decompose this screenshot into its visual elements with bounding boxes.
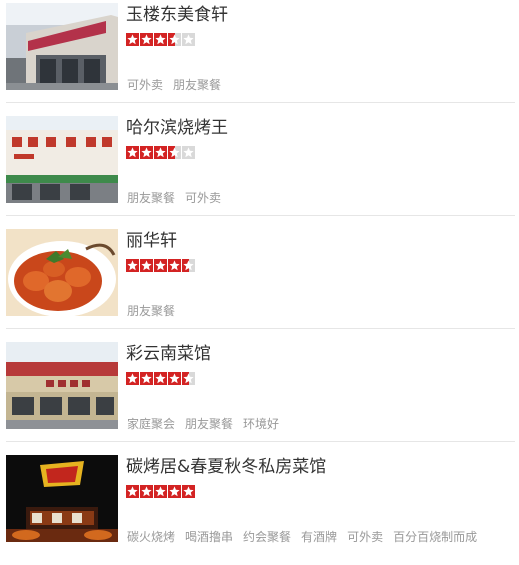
- star-icon: [154, 485, 167, 498]
- restaurant-name[interactable]: 碳烤居&春夏秋冬私房菜馆: [126, 455, 326, 479]
- tag[interactable]: 朋友聚餐: [127, 303, 175, 319]
- restaurant-name[interactable]: 玉楼东美食轩: [126, 3, 228, 27]
- star-icon: [182, 33, 195, 46]
- star-rating: [126, 146, 195, 159]
- tag[interactable]: 可外卖: [185, 190, 221, 206]
- tag[interactable]: 家庭聚会: [127, 416, 175, 432]
- restaurant-row[interactable]: 碳烤居&春夏秋冬私房菜馆 碳火烧烤 喝酒撸串 约会聚餐 有酒牌 可外卖 百分百烧…: [0, 452, 519, 565]
- restaurant-row[interactable]: 玉楼东美食轩 可外卖 朋友聚餐: [0, 0, 519, 113]
- restaurant-photo[interactable]: [6, 3, 118, 90]
- star-icon: [126, 485, 139, 498]
- star-icon: [182, 259, 195, 272]
- restaurant-row[interactable]: 哈尔滨烧烤王 朋友聚餐 可外卖: [0, 113, 519, 226]
- restaurant-name[interactable]: 哈尔滨烧烤王: [126, 116, 228, 140]
- star-icon: [126, 372, 139, 385]
- restaurant-name[interactable]: 丽华轩: [126, 229, 177, 253]
- tag[interactable]: 环境好: [243, 416, 279, 432]
- star-icon: [168, 372, 181, 385]
- divider: [6, 328, 515, 329]
- restaurant-photo[interactable]: [6, 229, 118, 316]
- star-icon: [182, 485, 195, 498]
- restaurant-name[interactable]: 彩云南菜馆: [126, 342, 211, 366]
- star-icon: [182, 146, 195, 159]
- tag[interactable]: 朋友聚餐: [127, 190, 175, 206]
- star-icon: [154, 33, 167, 46]
- star-icon: [140, 146, 153, 159]
- divider: [6, 441, 515, 442]
- restaurant-photo[interactable]: [6, 116, 118, 203]
- star-rating: [126, 259, 195, 272]
- restaurant-row[interactable]: 丽华轩 朋友聚餐: [0, 226, 519, 339]
- divider: [6, 102, 515, 103]
- star-icon: [140, 372, 153, 385]
- restaurant-photo[interactable]: [6, 455, 118, 542]
- star-rating: [126, 372, 195, 385]
- tag-list: 家庭聚会 朋友聚餐 环境好: [127, 416, 279, 432]
- tag-list: 可外卖 朋友聚餐: [127, 77, 221, 93]
- star-icon: [182, 372, 195, 385]
- star-icon: [154, 372, 167, 385]
- star-icon: [154, 146, 167, 159]
- tag[interactable]: 有酒牌: [301, 529, 337, 545]
- tag-list: 朋友聚餐: [127, 303, 175, 319]
- tag[interactable]: 朋友聚餐: [173, 77, 221, 93]
- star-icon: [168, 259, 181, 272]
- star-icon: [168, 33, 181, 46]
- star-icon: [168, 146, 181, 159]
- tag[interactable]: 碳火烧烤: [127, 529, 175, 545]
- star-icon: [140, 485, 153, 498]
- star-icon: [126, 33, 139, 46]
- tag[interactable]: 喝酒撸串: [185, 529, 233, 545]
- restaurant-photo[interactable]: [6, 342, 118, 429]
- star-icon: [154, 259, 167, 272]
- star-icon: [140, 259, 153, 272]
- star-icon: [140, 33, 153, 46]
- star-rating: [126, 33, 195, 46]
- tag[interactable]: 朋友聚餐: [185, 416, 233, 432]
- divider: [6, 215, 515, 216]
- tag-list: 朋友聚餐 可外卖: [127, 190, 221, 206]
- tag[interactable]: 可外卖: [127, 77, 163, 93]
- tag[interactable]: 约会聚餐: [243, 529, 291, 545]
- restaurant-row[interactable]: 彩云南菜馆 家庭聚会 朋友聚餐 环境好: [0, 339, 519, 452]
- tag[interactable]: 可外卖: [347, 529, 383, 545]
- star-icon: [126, 146, 139, 159]
- star-icon: [126, 259, 139, 272]
- tag[interactable]: 百分百烧制而成: [393, 529, 477, 545]
- tag-list: 碳火烧烤 喝酒撸串 约会聚餐 有酒牌 可外卖 百分百烧制而成: [127, 529, 477, 545]
- star-icon: [168, 485, 181, 498]
- star-rating: [126, 485, 195, 498]
